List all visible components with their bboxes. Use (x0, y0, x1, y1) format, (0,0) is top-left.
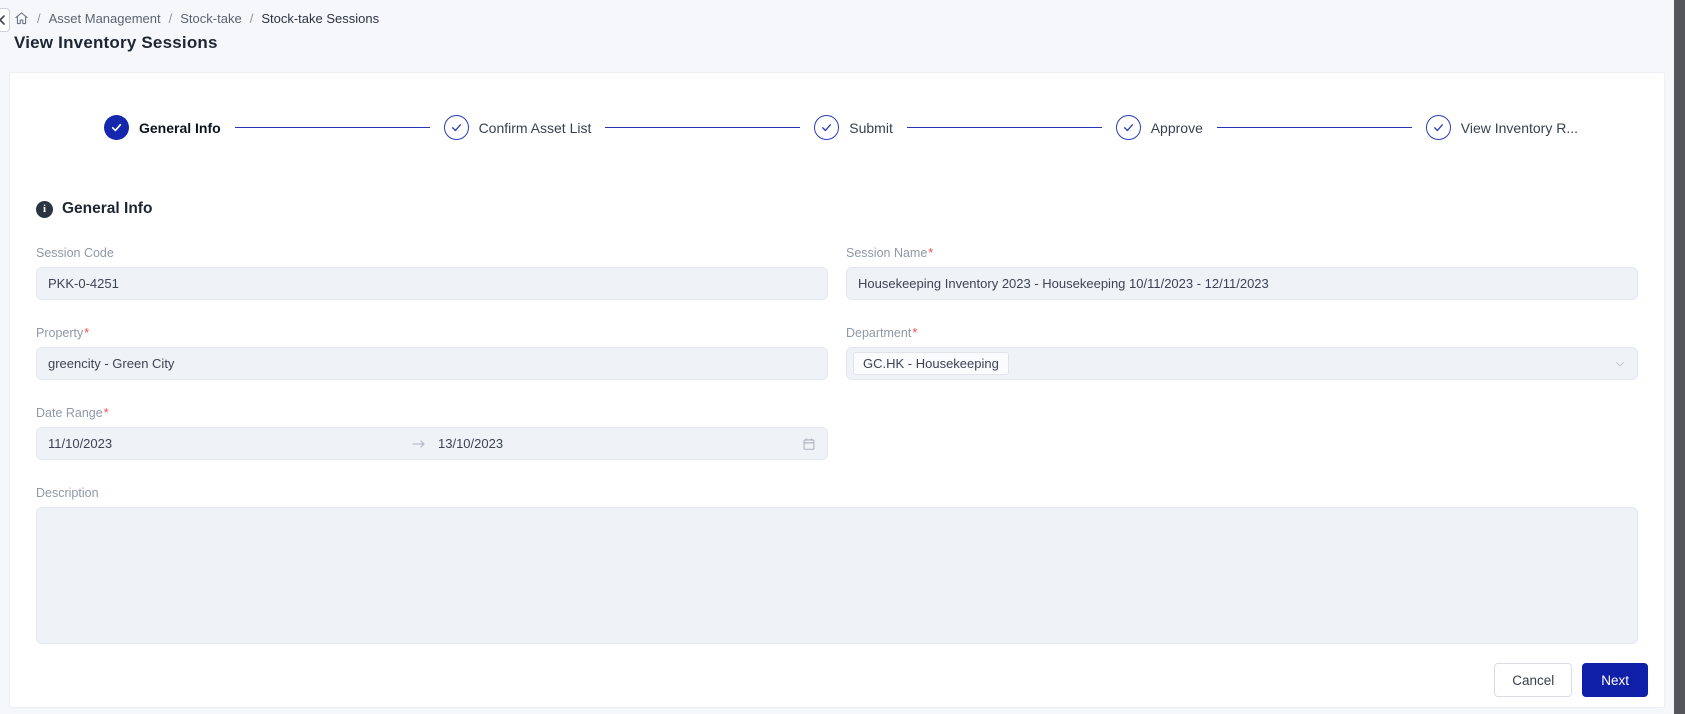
chevron-left-icon (0, 15, 6, 25)
session-name-input[interactable]: Housekeeping Inventory 2023 - Housekeepi… (846, 267, 1638, 300)
check-icon (104, 115, 129, 140)
page-header: / Asset Management / Stock-take / Stock-… (0, 0, 1674, 53)
field-session-name: Session Name* Housekeeping Inventory 202… (846, 246, 1638, 300)
check-icon (1115, 115, 1141, 140)
session-code-label: Session Code (36, 246, 114, 260)
field-spacer (846, 406, 1638, 460)
step-label: General Info (139, 119, 221, 136)
check-icon (443, 115, 469, 140)
next-button[interactable]: Next (1582, 663, 1648, 697)
content-card: General Info Confirm Asset List Submit A… (10, 73, 1664, 707)
page: / Asset Management / Stock-take / Stock-… (0, 0, 1674, 714)
date-range-end[interactable]: 13/10/2023 (426, 436, 802, 451)
field-department: Department* GC.HK - Housekeeping (846, 326, 1638, 380)
field-date-range: Date Range* 11/10/2023 13/10/2023 (36, 406, 828, 460)
required-asterisk: * (928, 246, 934, 260)
step-connector (1216, 126, 1412, 129)
breadcrumb-stock-take-sessions[interactable]: Stock-take Sessions (261, 11, 379, 26)
breadcrumb-separator: / (37, 11, 41, 26)
field-session-code: Session Code PKK-0-4251 (36, 246, 828, 300)
step-label: Submit (849, 119, 893, 136)
step-confirm-asset-list[interactable]: Confirm Asset List (443, 115, 592, 140)
section-header: i General Info (26, 200, 1648, 218)
required-asterisk: * (912, 326, 918, 340)
calendar-icon (802, 437, 816, 451)
step-label: Confirm Asset List (478, 119, 592, 136)
step-general-info[interactable]: General Info (104, 115, 221, 140)
field-property: Property* greencity - Green City (36, 326, 828, 380)
property-value: greencity - Green City (48, 356, 175, 371)
step-submit[interactable]: Submit (814, 115, 893, 140)
session-code-input[interactable]: PKK-0-4251 (36, 267, 828, 300)
breadcrumb: / Asset Management / Stock-take / Stock-… (14, 11, 1658, 26)
check-icon (814, 115, 840, 140)
description-label: Description (36, 486, 99, 500)
date-range-label: Date Range* (36, 406, 109, 420)
step-label: View Inventory R... (1460, 119, 1578, 136)
step-connector (605, 126, 801, 129)
department-tag: GC.HK - Housekeeping (853, 351, 1009, 376)
check-icon (1425, 115, 1451, 140)
session-code-value: PKK-0-4251 (48, 276, 119, 291)
home-icon[interactable] (14, 11, 29, 26)
sidebar-collapse-button[interactable] (0, 8, 10, 32)
property-label: Property* (36, 326, 90, 340)
breadcrumb-separator: / (249, 11, 254, 26)
required-asterisk: * (103, 406, 109, 420)
field-description: Description (36, 486, 1638, 644)
page-scrollbar[interactable] (1674, 0, 1685, 714)
description-textarea[interactable] (36, 507, 1638, 644)
page-title: View Inventory Sessions (14, 33, 218, 52)
required-asterisk: * (84, 326, 90, 340)
session-name-label: Session Name* (846, 246, 934, 260)
form-footer: Cancel Next (1494, 663, 1648, 697)
info-icon: i (36, 200, 53, 218)
section-title: General Info (62, 200, 153, 217)
step-label: Approve (1150, 119, 1203, 136)
department-label: Department* (846, 326, 918, 340)
department-select[interactable]: GC.HK - Housekeeping (846, 347, 1638, 380)
breadcrumb-asset-management[interactable]: Asset Management (49, 11, 161, 26)
date-range-input[interactable]: 11/10/2023 13/10/2023 (36, 427, 828, 460)
general-info-form: Session Code PKK-0-4251 Session Name* Ho… (26, 246, 1648, 644)
session-name-value: Housekeeping Inventory 2023 - Housekeepi… (858, 276, 1269, 291)
step-connector (234, 126, 430, 129)
step-view-inventory-result[interactable]: View Inventory R... (1425, 115, 1578, 140)
date-range-start[interactable]: 11/10/2023 (48, 436, 412, 451)
step-connector (906, 126, 1102, 129)
cancel-button[interactable]: Cancel (1494, 663, 1573, 697)
property-input[interactable]: greencity - Green City (36, 347, 828, 380)
step-approve[interactable]: Approve (1115, 115, 1203, 140)
stepper: General Info Confirm Asset List Submit A… (104, 115, 1578, 140)
chevron-down-icon (1614, 358, 1626, 370)
breadcrumb-stock-take[interactable]: Stock-take (180, 11, 241, 26)
arrow-right-icon (412, 439, 426, 449)
breadcrumb-separator: / (168, 11, 173, 26)
